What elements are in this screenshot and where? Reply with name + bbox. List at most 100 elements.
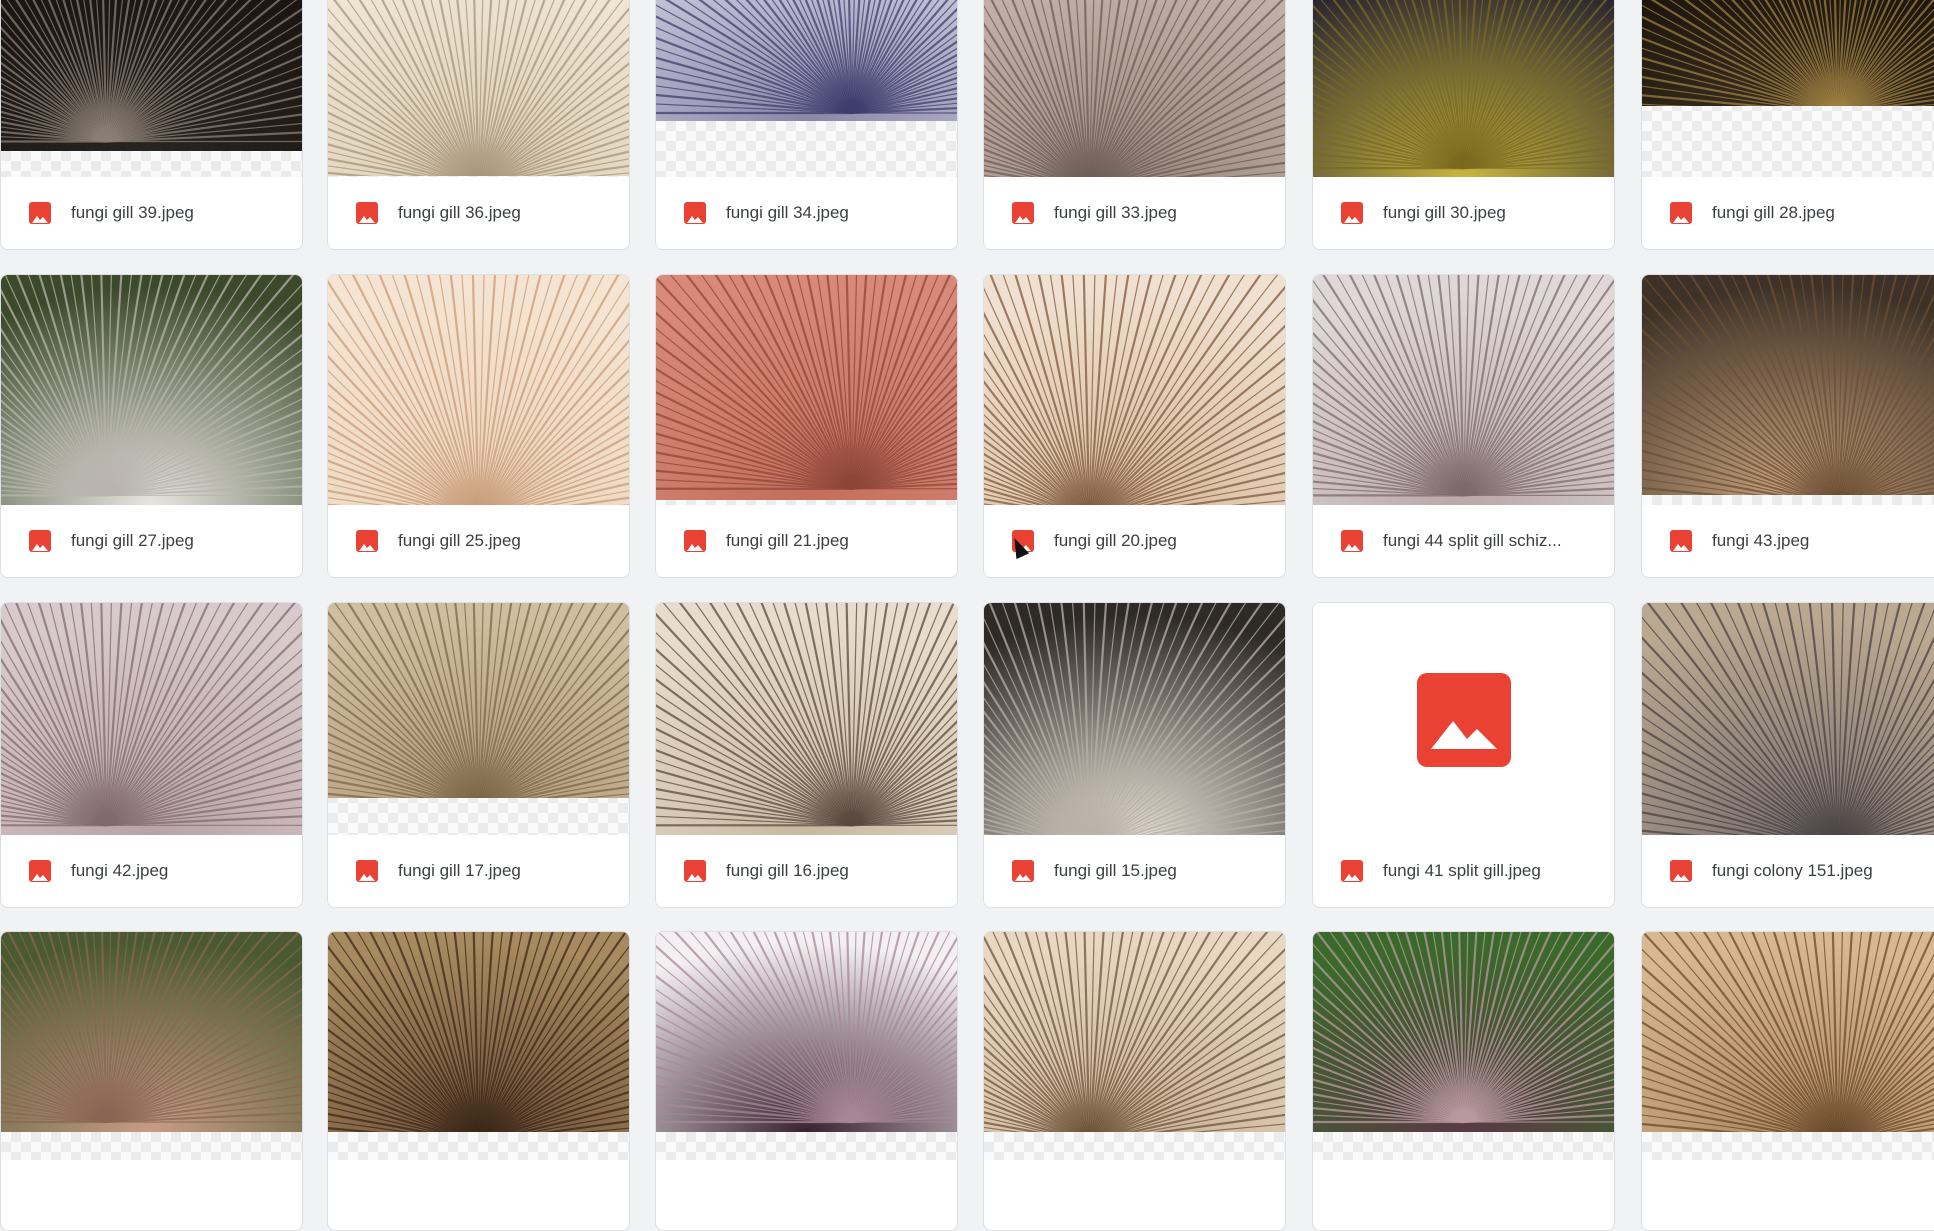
image-icon [1670,530,1692,552]
file-card[interactable]: fungi gill 39.jpeg [0,0,303,250]
file-caption[interactable]: fungi gill 39.jpeg [1,177,302,249]
image-icon [684,202,706,224]
file-name: fungi colony 151.jpeg [1712,861,1873,880]
thumbnail-image [984,603,1285,837]
file-caption[interactable]: fungi gill 25.jpeg [328,505,629,577]
file-card[interactable] [983,931,1286,1231]
photo [1,0,302,151]
thumbnail-image [1,275,302,507]
file-thumbnail[interactable] [328,0,629,179]
file-name: fungi 43.jpeg [1712,531,1810,550]
file-thumbnail[interactable] [1642,603,1934,837]
thumbnail-image [1642,603,1934,837]
file-card[interactable]: fungi gill 36.jpeg [327,0,630,250]
file-thumbnail[interactable] [1642,275,1934,507]
file-thumbnail[interactable] [328,275,629,507]
file-thumbnail[interactable] [656,0,957,179]
file-card[interactable]: fungi 41 split gill.jpeg [1312,602,1615,908]
file-thumbnail[interactable] [984,0,1285,179]
file-name: fungi gill 36.jpeg [398,203,521,222]
file-name: fungi gill 28.jpeg [1712,203,1835,222]
file-card[interactable]: fungi gill 27.jpeg [0,274,303,578]
file-card[interactable]: fungi gill 20.jpeg [983,274,1286,578]
file-caption[interactable]: fungi gill 17.jpeg [328,835,629,907]
file-thumbnail[interactable] [984,275,1285,507]
file-caption[interactable]: fungi gill 27.jpeg [1,505,302,577]
file-caption[interactable]: fungi gill 28.jpeg [1642,177,1934,249]
file-caption[interactable]: fungi gill 16.jpeg [656,835,957,907]
file-card[interactable] [1312,931,1615,1231]
file-thumbnail[interactable] [1642,932,1934,1160]
file-name: fungi gill 33.jpeg [1054,203,1177,222]
file-card[interactable]: fungi gill 15.jpeg [983,602,1286,908]
photo [984,0,1285,179]
thumbnail-image [1,932,302,1132]
file-thumbnail[interactable] [1,0,302,179]
photo [1642,0,1934,106]
file-card[interactable]: fungi gill 28.jpeg [1641,0,1934,250]
file-card[interactable]: fungi gill 34.jpeg [655,0,958,250]
file-caption[interactable]: fungi gill 15.jpeg [984,835,1285,907]
file-card[interactable]: fungi 42.jpeg [0,602,303,908]
photo [328,0,629,176]
file-name: fungi 44 split gill schiz... [1383,531,1562,550]
file-thumbnail[interactable] [1642,0,1934,179]
file-caption[interactable]: fungi 42.jpeg [1,835,302,907]
file-thumbnail[interactable] [984,603,1285,837]
file-card[interactable]: fungi 43.jpeg [1641,274,1934,578]
file-card[interactable]: fungi gill 21.jpeg [655,274,958,578]
file-caption[interactable]: fungi colony 151.jpeg [1642,835,1934,907]
thumbnail-image [1642,0,1934,106]
file-card[interactable]: fungi gill 33.jpeg [983,0,1286,250]
file-name: fungi gill 34.jpeg [726,203,849,222]
file-name: fungi gill 17.jpeg [398,861,521,880]
file-name: fungi gill 16.jpeg [726,861,849,880]
thumbnail-image [656,603,957,837]
file-caption[interactable]: fungi 41 split gill.jpeg [1313,835,1614,907]
file-caption[interactable]: fungi gill 34.jpeg [656,177,957,249]
file-card[interactable]: fungi gill 16.jpeg [655,602,958,908]
file-name: fungi 41 split gill.jpeg [1383,861,1541,880]
file-card[interactable]: fungi gill 17.jpeg [327,602,630,908]
file-thumbnail[interactable] [1,932,302,1160]
file-caption[interactable]: fungi gill 33.jpeg [984,177,1285,249]
file-card[interactable] [327,931,630,1231]
file-caption[interactable]: fungi gill 21.jpeg [656,505,957,577]
file-thumbnail[interactable] [328,932,629,1160]
photo [1,275,302,507]
file-name: fungi 42.jpeg [71,861,169,880]
file-card[interactable] [1641,931,1934,1231]
file-caption[interactable]: fungi gill 20.jpeg [984,505,1285,577]
file-thumbnail[interactable] [656,603,957,837]
file-caption[interactable]: fungi gill 36.jpeg [328,177,629,249]
file-thumbnail[interactable] [1,275,302,507]
file-thumbnail[interactable] [1313,0,1614,179]
photo [328,603,629,798]
file-thumbnail[interactable] [1,603,302,837]
photo [1313,0,1614,179]
file-thumbnail[interactable] [984,932,1285,1160]
photo [328,932,629,1132]
file-card[interactable] [0,931,303,1231]
photo [656,603,957,837]
file-card[interactable]: fungi gill 30.jpeg [1312,0,1615,250]
file-thumbnail[interactable] [328,603,629,837]
file-caption[interactable]: fungi gill 30.jpeg [1313,177,1614,249]
file-thumbnail[interactable] [656,932,957,1160]
thumbnail-image [328,275,629,507]
file-caption[interactable]: fungi 43.jpeg [1642,505,1934,577]
thumbnail-image [1,603,302,837]
file-thumbnail[interactable] [1313,275,1614,507]
file-caption[interactable]: fungi 44 split gill schiz... [1313,505,1614,577]
file-thumbnail[interactable] [1313,932,1614,1160]
file-thumbnail[interactable] [1313,603,1614,837]
file-card[interactable]: fungi colony 151.jpeg [1641,602,1934,908]
file-name: fungi gill 39.jpeg [71,203,194,222]
file-card[interactable]: fungi 44 split gill schiz... [1312,274,1615,578]
file-thumbnail[interactable] [656,275,957,507]
photo [984,603,1285,837]
file-card[interactable]: fungi gill 25.jpeg [327,274,630,578]
image-icon [1670,202,1692,224]
file-card[interactable] [655,931,958,1231]
file-name: fungi gill 15.jpeg [1054,861,1177,880]
